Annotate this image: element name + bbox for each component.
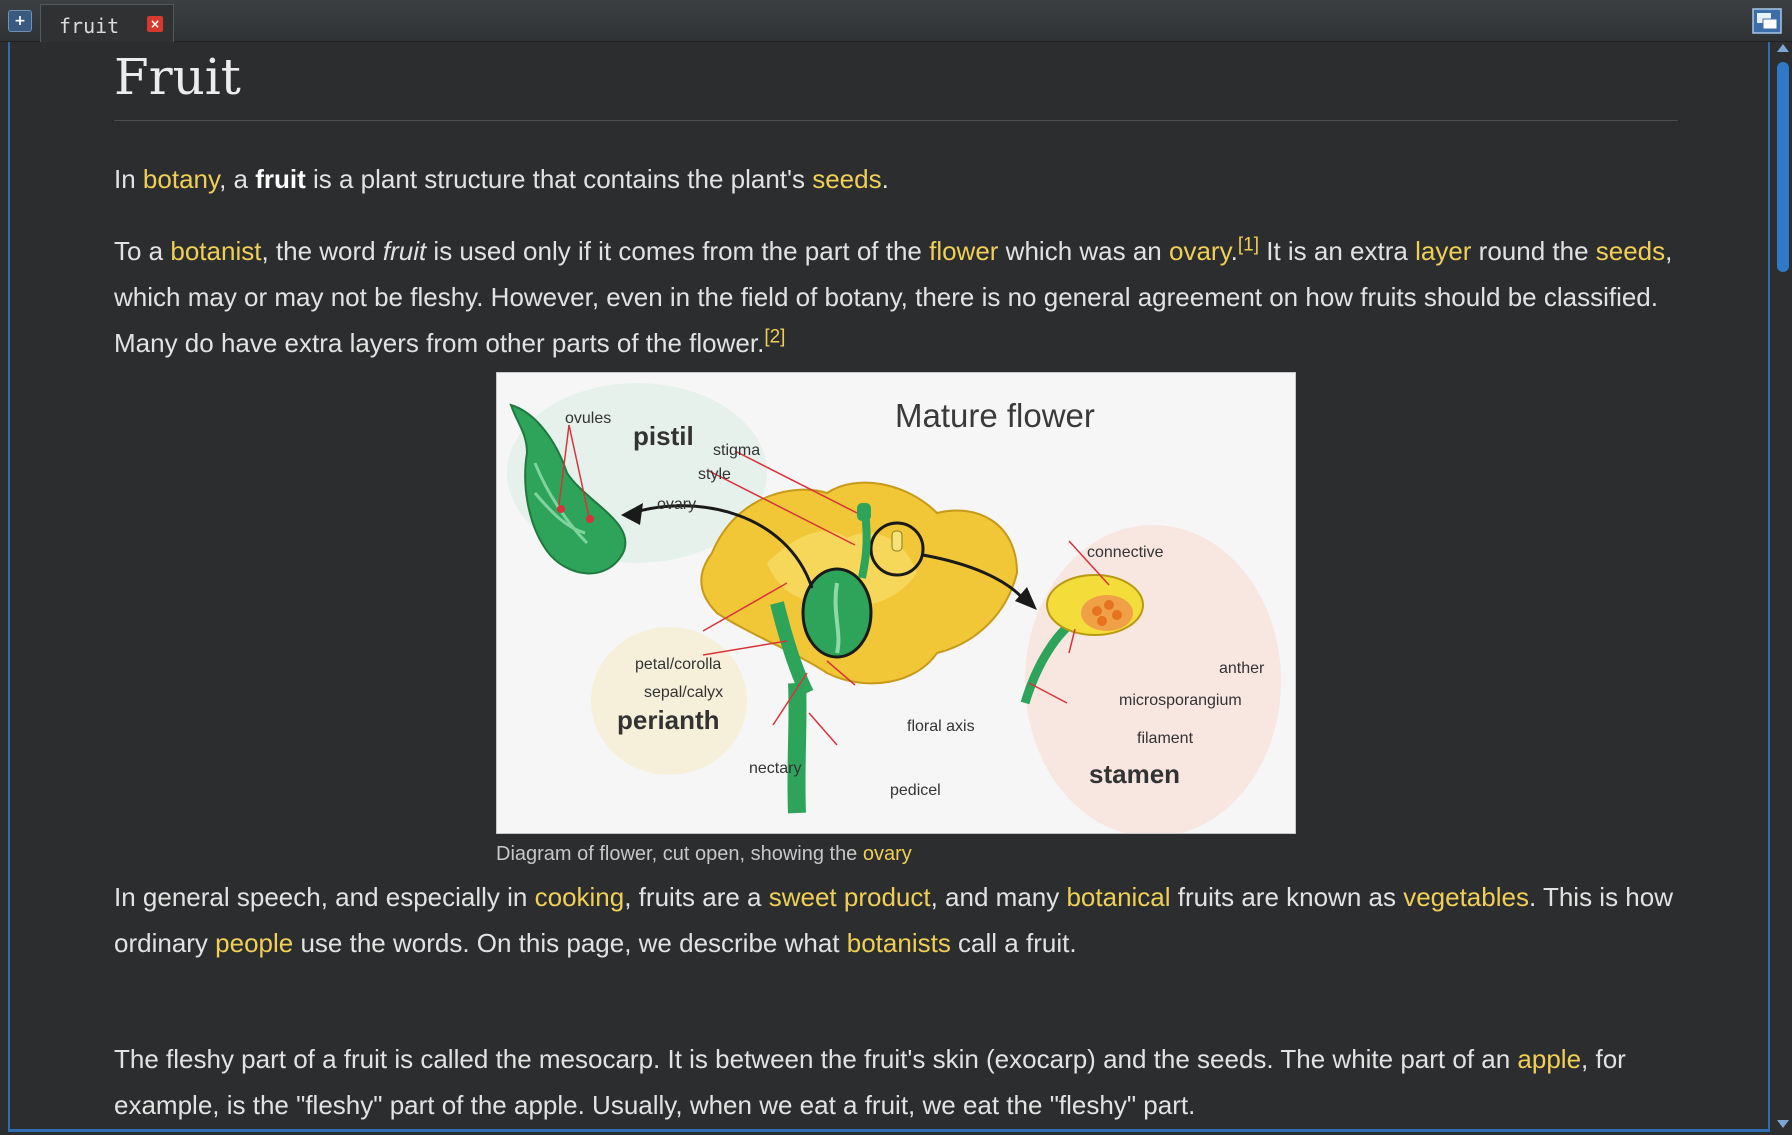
link-ovary[interactable]: ovary	[1169, 236, 1231, 266]
svg-text:microsporangium: microsporangium	[1119, 692, 1242, 709]
link-seeds-2[interactable]: seeds	[1596, 236, 1665, 266]
link-botanist[interactable]: botanist	[170, 236, 261, 266]
link-seeds[interactable]: seeds	[812, 164, 881, 194]
page-title: Fruit	[114, 46, 1678, 121]
close-tab-icon[interactable]: ×	[147, 16, 163, 32]
flower-diagram[interactable]: Mature flower ovules pistil stigma style…	[496, 372, 1296, 837]
ref-2[interactable]: [2]	[764, 326, 785, 347]
scroll-down-icon[interactable]	[1777, 1120, 1789, 1128]
tab-fruit[interactable]: fruit ×	[40, 4, 174, 42]
svg-text:pedicel: pedicel	[890, 782, 941, 799]
figure-caption: Diagram of flower, cut open, showing the…	[496, 843, 912, 865]
svg-text:perianth: perianth	[617, 705, 720, 735]
window-switch-icon[interactable]	[1752, 8, 1782, 34]
link-botany[interactable]: botany	[143, 164, 219, 194]
svg-text:nectary: nectary	[749, 760, 801, 777]
svg-text:ovules: ovules	[565, 410, 611, 427]
new-tab-button[interactable]: +	[8, 10, 32, 32]
general-speech-paragraph: In general speech, and especially in coo…	[114, 882, 1673, 958]
svg-text:stigma: stigma	[713, 442, 760, 459]
botanist-paragraph: To a botanist, the word fruit is used on…	[114, 234, 1673, 358]
svg-text:floral axis: floral axis	[907, 718, 975, 735]
tab-label: fruit	[59, 14, 120, 38]
svg-text:petal/corolla: petal/corolla	[635, 656, 721, 673]
svg-text:connective: connective	[1087, 544, 1164, 561]
svg-text:filament: filament	[1137, 730, 1194, 747]
link-people[interactable]: people	[215, 928, 293, 958]
diagram-title: Mature flower	[895, 397, 1095, 434]
svg-text:stamen: stamen	[1089, 759, 1180, 789]
link-vegetables[interactable]: vegetables	[1403, 882, 1529, 912]
link-cooking[interactable]: cooking	[535, 882, 625, 912]
link-flower[interactable]: flower	[929, 236, 998, 266]
svg-text:ovary: ovary	[657, 496, 696, 513]
svg-text:sepal/calyx: sepal/calyx	[644, 684, 723, 701]
ref-1[interactable]: [1]	[1238, 234, 1259, 255]
document-view: Fruit In botany, a fruit is a plant stru…	[8, 42, 1770, 1132]
svg-text:style: style	[698, 466, 731, 483]
mesocarp-paragraph: The fleshy part of a fruit is called the…	[114, 1044, 1626, 1120]
intro-paragraph: In botany, a fruit is a plant structure …	[114, 164, 889, 194]
svg-text:anther: anther	[1219, 660, 1265, 677]
vertical-scrollbar[interactable]	[1774, 42, 1792, 1132]
link-apple[interactable]: apple	[1517, 1044, 1581, 1074]
tab-bar: + fruit ×	[0, 0, 1792, 42]
scroll-thumb[interactable]	[1777, 62, 1789, 272]
scroll-up-icon[interactable]	[1777, 44, 1789, 52]
link-sweet-product[interactable]: sweet product	[769, 882, 931, 912]
link-layer[interactable]: layer	[1415, 236, 1471, 266]
caption-link-ovary[interactable]: ovary	[863, 843, 912, 865]
link-botanists[interactable]: botanists	[847, 928, 951, 958]
svg-text:pistil: pistil	[633, 421, 694, 451]
link-botanical[interactable]: botanical	[1066, 882, 1170, 912]
